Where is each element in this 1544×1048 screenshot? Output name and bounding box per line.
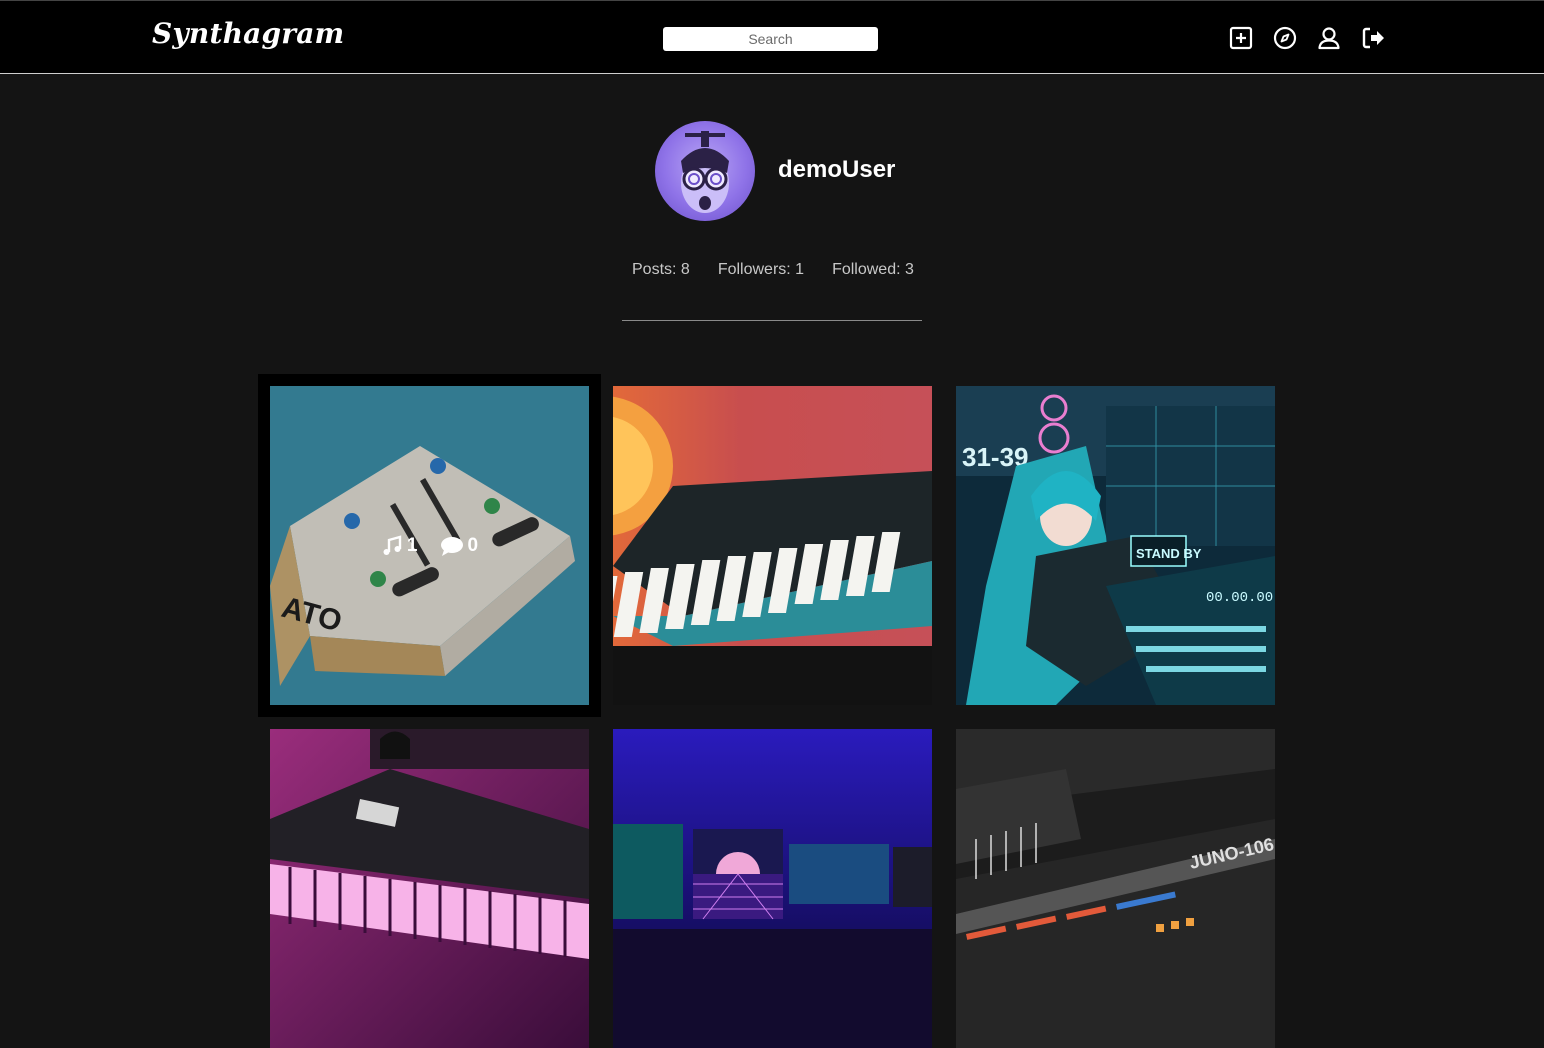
post-thumbnail[interactable]	[613, 729, 932, 1048]
sign-out-icon[interactable]	[1360, 25, 1386, 51]
likes-stat: 1	[381, 535, 418, 557]
post-thumbnail[interactable]	[613, 386, 932, 705]
svg-text:STAND BY: STAND BY	[1136, 546, 1202, 561]
music-note-icon	[383, 534, 402, 555]
post-hover-overlay: 1 0	[270, 386, 589, 705]
plus-square-icon[interactable]	[1228, 25, 1254, 51]
avatar	[655, 121, 755, 221]
comments-stat: 0	[440, 534, 479, 557]
search-input[interactable]	[663, 27, 878, 51]
divider	[622, 320, 922, 321]
top-navbar: Synthagram	[0, 0, 1544, 74]
followers-count[interactable]: Followers: 1	[718, 261, 804, 279]
app-logo[interactable]: Synthagram	[152, 17, 344, 50]
post-thumbnail[interactable]: 31-39 STAND BY 00.00.00	[956, 386, 1275, 705]
post-thumbnail[interactable]	[270, 729, 589, 1048]
posts-count: Posts: 8	[632, 261, 690, 278]
post-thumbnail[interactable]: ATO 1 0	[270, 386, 589, 705]
post-thumbnail[interactable]: JUNO-106	[956, 729, 1275, 1048]
nav-icons	[1228, 25, 1386, 51]
svg-text:00.00.00: 00.00.00	[1206, 590, 1273, 606]
compass-icon[interactable]	[1272, 25, 1298, 51]
user-icon[interactable]	[1316, 25, 1342, 51]
profile-stats: Posts: 8 Followers: 1 Followed: 3	[632, 261, 914, 279]
likes-count: 1	[406, 534, 418, 556]
comment-icon	[440, 536, 463, 556]
profile-username: demoUser	[778, 156, 896, 183]
followed-count[interactable]: Followed: 3	[832, 261, 914, 279]
comments-count: 0	[467, 534, 479, 556]
